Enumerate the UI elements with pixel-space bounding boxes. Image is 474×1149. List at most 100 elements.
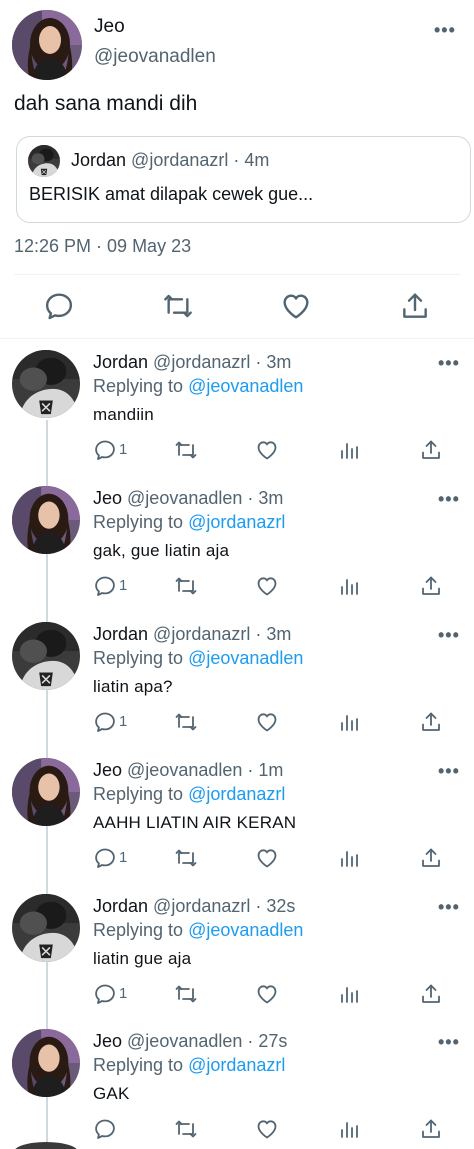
replying-to: Replying to @jordanazrl: [93, 1055, 285, 1076]
reply-actions: 1: [0, 574, 474, 604]
avatar[interactable]: [12, 894, 80, 962]
replying-to-link[interactable]: @jeovanadlen: [188, 376, 303, 396]
reply-tweet[interactable]: Jordan @jordanazrl · 3m ••• Replying to …: [0, 342, 474, 478]
replying-to-link[interactable]: @jordanazrl: [188, 512, 285, 532]
like-icon[interactable]: [280, 290, 312, 322]
avatar[interactable]: [12, 622, 80, 690]
tweet-timestamp[interactable]: 12:26 PM · 09 May 23: [14, 236, 191, 257]
like-icon[interactable]: [255, 982, 279, 1006]
replying-to-link[interactable]: @jordanazrl: [188, 784, 285, 804]
share-icon[interactable]: [419, 982, 443, 1006]
replying-to-label: Replying to: [93, 512, 189, 532]
reply-icon[interactable]: [93, 574, 117, 598]
more-options-icon[interactable]: •••: [438, 1033, 460, 1051]
reply-icon[interactable]: [93, 982, 117, 1006]
retweet-icon[interactable]: [174, 846, 198, 870]
retweet-icon[interactable]: [174, 710, 198, 734]
quoted-author: Jordan @jordanazrl · 4m: [71, 150, 269, 171]
reply-icon[interactable]: [93, 710, 117, 734]
reply-tweet[interactable]: Jordan @jordanazrl · 32s ••• Replying to…: [0, 886, 474, 1022]
reply-tweet[interactable]: Jeo @jeovanadlen · 27s ••• Replying to @…: [0, 1021, 474, 1149]
divider: [14, 274, 460, 275]
quoted-tweet[interactable]: Jordan @jordanazrl · 4m BERISIK amat dil…: [16, 136, 471, 223]
views-icon[interactable]: [337, 710, 361, 734]
quoted-author-name: Jordan: [71, 150, 127, 170]
more-options-icon[interactable]: •••: [438, 898, 460, 916]
replying-to: Replying to @jordanazrl: [93, 784, 285, 805]
replying-to: Replying to @jeovanadlen: [93, 920, 303, 941]
avatar[interactable]: [12, 1029, 80, 1097]
reply-meta: @jeovanadlen · 27s: [122, 1031, 288, 1051]
reply-actions: 1: [0, 438, 474, 468]
reply-author-name[interactable]: Jordan: [93, 352, 148, 372]
share-icon[interactable]: [419, 1117, 443, 1141]
reply-count: 1: [119, 577, 128, 594]
more-options-icon[interactable]: •••: [438, 762, 460, 780]
like-icon[interactable]: [255, 710, 279, 734]
reply-header: Jeo @jeovanadlen · 27s: [93, 1031, 287, 1052]
share-icon[interactable]: [419, 710, 443, 734]
reply-icon[interactable]: [93, 438, 117, 462]
quoted-text: BERISIK amat dilapak cewek gue...: [29, 184, 314, 204]
more-options-icon[interactable]: •••: [434, 21, 456, 39]
reply-author-name[interactable]: Jeo: [93, 760, 122, 780]
reply-tweet[interactable]: Jeo @jeovanadlen · 3m ••• Replying to @j…: [0, 478, 474, 614]
reply-meta: @jordanazrl · 3m: [148, 624, 292, 644]
share-icon[interactable]: [419, 846, 443, 870]
reply-count: 1: [119, 985, 128, 1002]
views-icon[interactable]: [337, 1117, 361, 1141]
author-handle[interactable]: @jeovanadlen: [94, 46, 216, 68]
reply-text: liatin apa?: [93, 677, 173, 696]
avatar[interactable]: [12, 758, 80, 826]
reply-tweet[interactable]: Jordan @jordanazrl · 3m ••• Replying to …: [0, 614, 474, 750]
reply-author-name[interactable]: Jordan: [93, 624, 148, 644]
reply-actions: [0, 1117, 474, 1147]
like-icon[interactable]: [255, 574, 279, 598]
replying-to-link[interactable]: @jordanazrl: [188, 1055, 285, 1075]
reply-meta: @jeovanadlen · 3m: [122, 488, 284, 508]
views-icon[interactable]: [337, 846, 361, 870]
reply-author-name[interactable]: Jeo: [93, 1031, 122, 1051]
avatar: [28, 145, 60, 177]
reply-header: Jordan @jordanazrl · 3m: [93, 352, 291, 373]
retweet-icon[interactable]: [174, 1117, 198, 1141]
reply-count: 1: [119, 713, 128, 730]
reply-icon[interactable]: [93, 1117, 117, 1141]
tweet-actions: [0, 282, 474, 332]
reply-tweet[interactable]: Jeo @jeovanadlen · 1m ••• Replying to @j…: [0, 750, 474, 886]
reply-author-name[interactable]: Jordan: [93, 896, 148, 916]
like-icon[interactable]: [255, 1117, 279, 1141]
avatar[interactable]: [12, 350, 80, 418]
like-icon[interactable]: [255, 438, 279, 462]
reply-icon[interactable]: [43, 290, 75, 322]
more-options-icon[interactable]: •••: [438, 626, 460, 644]
views-icon[interactable]: [337, 982, 361, 1006]
avatar[interactable]: [12, 10, 82, 80]
share-icon[interactable]: [399, 290, 431, 322]
reply-actions: 1: [0, 710, 474, 740]
retweet-icon[interactable]: [174, 982, 198, 1006]
reply-actions: 1: [0, 846, 474, 876]
quoted-meta: @jordanazrl · 4m: [126, 150, 270, 170]
tweet-text: dah sana mandi dih: [14, 92, 198, 115]
reply-icon[interactable]: [93, 846, 117, 870]
views-icon[interactable]: [337, 574, 361, 598]
replying-to-link[interactable]: @jeovanadlen: [188, 920, 303, 940]
reply-actions: 1: [0, 982, 474, 1012]
avatar[interactable]: [12, 486, 80, 554]
more-options-icon[interactable]: •••: [438, 354, 460, 372]
more-options-icon[interactable]: •••: [438, 490, 460, 508]
retweet-icon[interactable]: [174, 438, 198, 462]
reply-author-name[interactable]: Jeo: [93, 488, 122, 508]
replying-to-link[interactable]: @jeovanadlen: [188, 648, 303, 668]
like-icon[interactable]: [255, 846, 279, 870]
replying-to: Replying to @jordanazrl: [93, 512, 285, 533]
author-name[interactable]: Jeo: [94, 16, 125, 38]
views-icon[interactable]: [337, 438, 361, 462]
share-icon[interactable]: [419, 438, 443, 462]
share-icon[interactable]: [419, 574, 443, 598]
replying-to: Replying to @jeovanadlen: [93, 376, 303, 397]
retweet-icon[interactable]: [162, 290, 194, 322]
retweet-icon[interactable]: [174, 574, 198, 598]
reply-count: 1: [119, 441, 128, 458]
